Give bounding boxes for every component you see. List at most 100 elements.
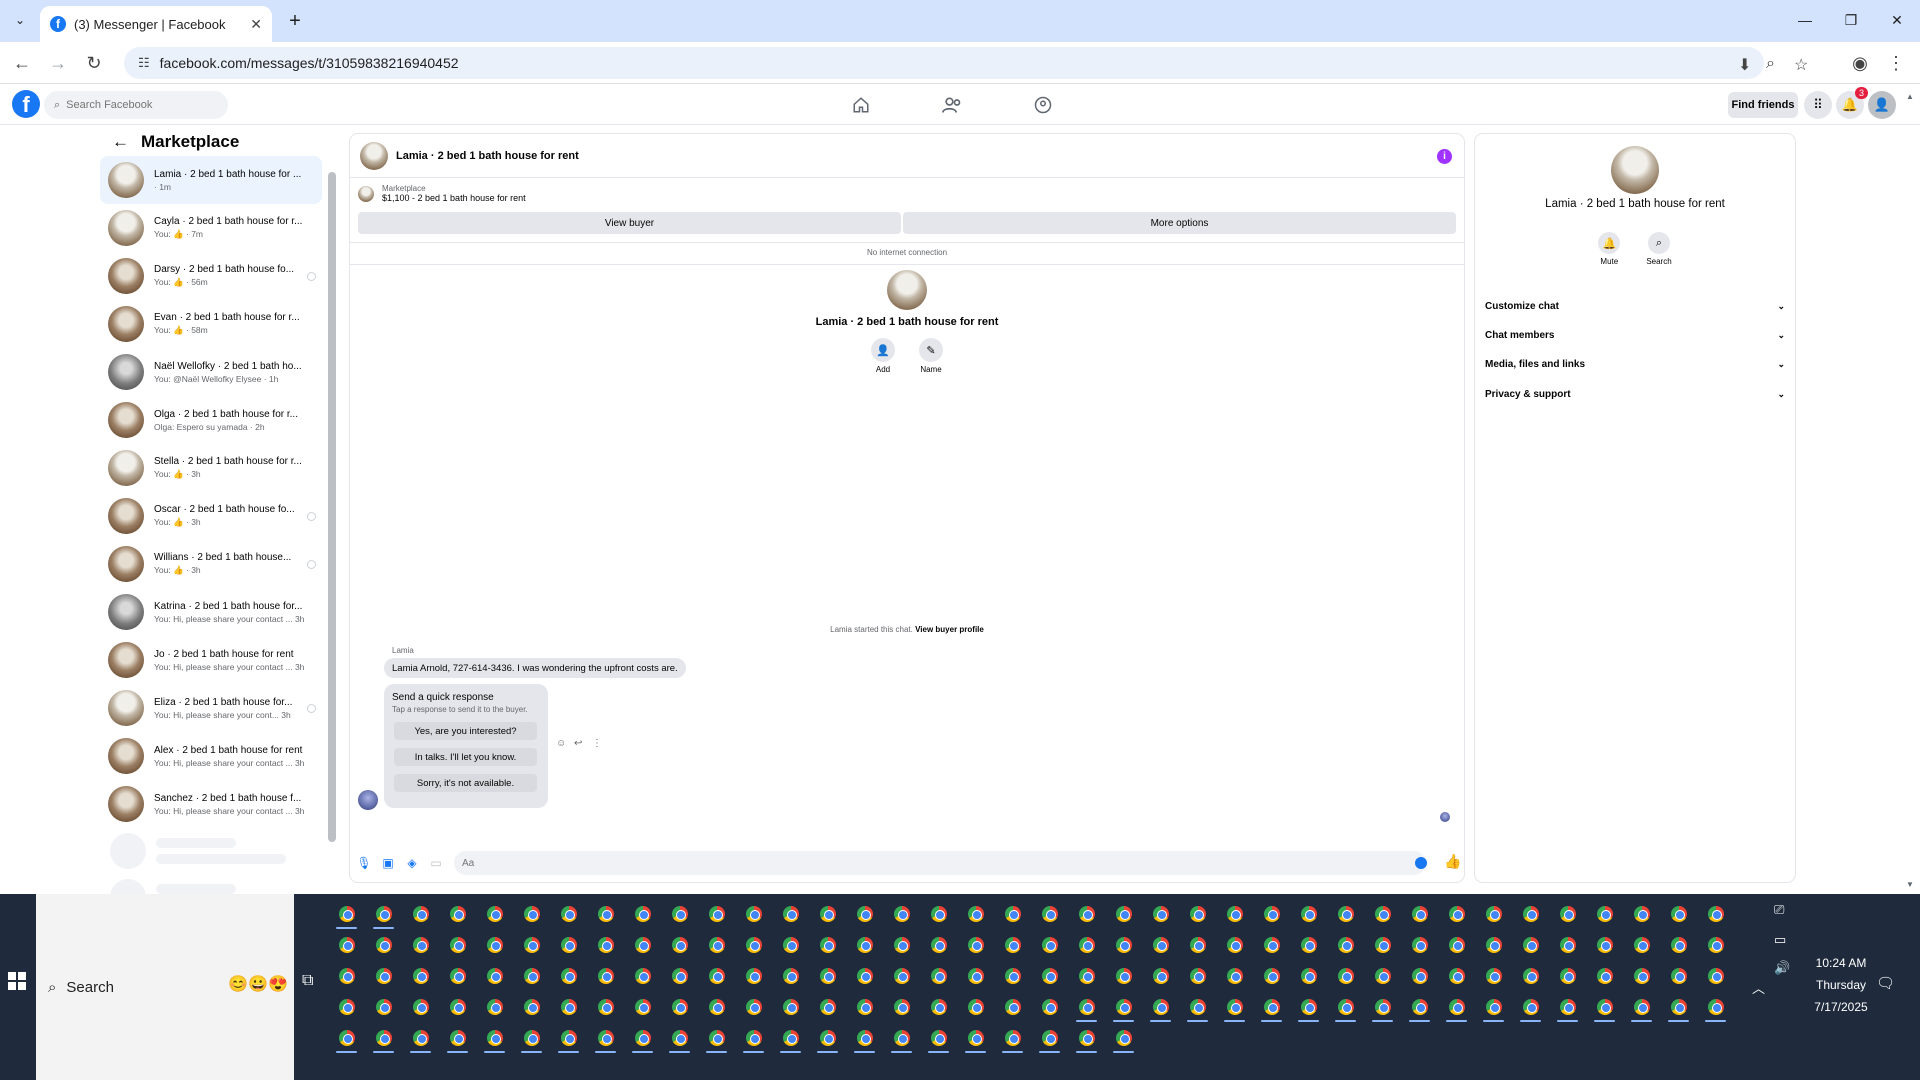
chrome-taskbar-icon[interactable] (1444, 963, 1469, 988)
chrome-taskbar-icon[interactable] (445, 932, 470, 957)
url-text[interactable]: facebook.com/messages/t/3105983821694045… (160, 55, 459, 71)
chrome-taskbar-icon[interactable] (1000, 963, 1025, 988)
chrome-taskbar-icon[interactable] (593, 932, 618, 957)
zoom-icon[interactable]: ⌕ (1766, 55, 1775, 73)
chrome-taskbar-icon[interactable] (408, 1025, 433, 1053)
chrome-taskbar-icon[interactable] (1629, 994, 1654, 1022)
chrome-taskbar-icon[interactable] (741, 1025, 766, 1053)
conversation-item[interactable]: Jo · 2 bed 1 bath house for rent You: Hi,… (100, 636, 322, 684)
chrome-taskbar-icon[interactable] (519, 1025, 544, 1053)
chrome-taskbar-icon[interactable] (1444, 932, 1469, 957)
chrome-taskbar-icon[interactable] (1666, 901, 1691, 926)
chrome-taskbar-icon[interactable] (371, 963, 396, 988)
chrome-taskbar-icon[interactable] (408, 901, 433, 926)
chrome-taskbar-icon[interactable] (741, 932, 766, 957)
chrome-taskbar-icon[interactable] (1037, 901, 1062, 926)
chrome-taskbar-icon[interactable] (519, 994, 544, 1019)
browser-menu-icon[interactable]: ⋮ (1882, 49, 1910, 77)
chrome-taskbar-icon[interactable] (1296, 963, 1321, 988)
sticker-icon[interactable]: ◈ (404, 855, 420, 871)
chrome-taskbar-icon[interactable] (889, 1025, 914, 1053)
chrome-taskbar-icon[interactable] (1037, 932, 1062, 957)
add-people-button[interactable]: 👤 Add (871, 338, 895, 374)
chrome-taskbar-icon[interactable] (889, 994, 914, 1019)
chrome-taskbar-icon[interactable] (1333, 901, 1358, 926)
chrome-taskbar-icon[interactable] (1481, 994, 1506, 1022)
chrome-taskbar-icon[interactable] (704, 1025, 729, 1053)
back-arrow-icon[interactable]: ← (112, 132, 129, 152)
chrome-taskbar-icon[interactable] (556, 932, 581, 957)
chrome-taskbar-icon[interactable] (889, 901, 914, 926)
chrome-taskbar-icon[interactable] (667, 963, 692, 988)
chrome-taskbar-icon[interactable] (1555, 963, 1580, 988)
notifications-bell-icon[interactable]: 🔔 3 (1836, 87, 1868, 119)
chrome-taskbar-icon[interactable] (445, 994, 470, 1019)
photo-icon[interactable]: ▣ (380, 855, 396, 871)
chrome-taskbar-icon[interactable] (741, 994, 766, 1019)
chrome-taskbar-icon[interactable] (704, 932, 729, 957)
chrome-taskbar-icon[interactable] (815, 994, 840, 1019)
chrome-taskbar-icon[interactable] (1444, 901, 1469, 926)
chrome-taskbar-icon[interactable] (1444, 994, 1469, 1022)
more-actions-icon[interactable]: ⋮ (592, 738, 602, 749)
chrome-taskbar-icon[interactable] (1259, 932, 1284, 957)
chrome-taskbar-icon[interactable] (1333, 994, 1358, 1022)
chrome-taskbar-icon[interactable] (1592, 932, 1617, 957)
chrome-taskbar-icon[interactable] (667, 1025, 692, 1053)
chat-avatar[interactable] (360, 141, 388, 170)
taskbar-search[interactable]: ⌕ Search 😊😀😍 (36, 894, 294, 1080)
chrome-taskbar-icon[interactable] (1703, 994, 1728, 1022)
chrome-taskbar-icon[interactable] (1407, 963, 1432, 988)
chrome-taskbar-icon[interactable] (445, 963, 470, 988)
chrome-taskbar-icon[interactable] (630, 963, 655, 988)
chrome-taskbar-icon[interactable] (1296, 994, 1321, 1022)
media-files-links-section[interactable]: Media, files and links ⌄ (1485, 353, 1785, 375)
chrome-taskbar-icon[interactable] (1037, 1025, 1062, 1053)
chrome-taskbar-icon[interactable] (889, 963, 914, 988)
back-icon[interactable]: ← (8, 49, 36, 77)
windows-start-icon[interactable] (8, 972, 26, 990)
chrome-taskbar-icon[interactable] (704, 963, 729, 988)
reload-icon[interactable]: ↻ (80, 49, 108, 77)
chrome-taskbar-icon[interactable] (1518, 994, 1543, 1022)
chrome-taskbar-icon[interactable] (519, 901, 544, 926)
conversation-item[interactable]: Stella · 2 bed 1 bath house for r... You:… (100, 444, 322, 492)
chrome-taskbar-icon[interactable] (1333, 932, 1358, 957)
chrome-taskbar-icon[interactable] (1629, 901, 1654, 926)
chrome-taskbar-icon[interactable] (815, 901, 840, 926)
chrome-taskbar-icon[interactable] (445, 1025, 470, 1053)
chrome-taskbar-icon[interactable] (408, 994, 433, 1019)
bookmark-star-icon[interactable]: ☆ (1794, 55, 1808, 75)
chrome-taskbar-icon[interactable] (704, 994, 729, 1019)
chrome-taskbar-icon[interactable] (1555, 932, 1580, 957)
message-input-box[interactable] (454, 851, 1426, 875)
install-app-icon[interactable]: ⬇ (1738, 55, 1751, 75)
customize-chat-section[interactable]: Customize chat ⌄ (1485, 295, 1785, 317)
chrome-taskbar-icon[interactable] (519, 963, 544, 988)
address-bar[interactable]: ☷ facebook.com/messages/t/31059838216940… (124, 47, 1808, 79)
chrome-taskbar-icon[interactable] (852, 963, 877, 988)
chrome-taskbar-icon[interactable] (1407, 932, 1432, 957)
reply-icon[interactable]: ↩ (574, 738, 582, 749)
chrome-taskbar-icon[interactable] (334, 963, 359, 988)
friends-icon[interactable] (940, 93, 964, 117)
chrome-taskbar-icon[interactable] (593, 901, 618, 926)
chrome-taskbar-icon[interactable] (778, 1025, 803, 1053)
groups-icon[interactable] (1031, 93, 1055, 117)
thumbs-up-icon[interactable]: 👍 (1444, 853, 1461, 870)
chrome-taskbar-icon[interactable] (1222, 901, 1247, 926)
conversation-item[interactable]: Eliza · 2 bed 1 bath house for... You: Hi… (100, 684, 322, 732)
chrome-taskbar-icon[interactable] (1259, 963, 1284, 988)
chrome-taskbar-icon[interactable] (1000, 1025, 1025, 1053)
chrome-taskbar-icon[interactable] (815, 932, 840, 957)
chrome-taskbar-icon[interactable] (408, 932, 433, 957)
chrome-taskbar-icon[interactable] (1074, 994, 1099, 1022)
chrome-taskbar-icon[interactable] (926, 1025, 951, 1053)
chrome-taskbar-icon[interactable] (1666, 963, 1691, 988)
chrome-taskbar-icon[interactable] (1370, 963, 1395, 988)
find-friends-button[interactable]: Find friends (1728, 92, 1798, 118)
chrome-taskbar-icon[interactable] (1629, 963, 1654, 988)
facebook-search[interactable]: ⌕ (44, 91, 228, 119)
chrome-taskbar-icon[interactable] (556, 994, 581, 1019)
view-buyer-button[interactable]: View buyer (358, 212, 901, 234)
